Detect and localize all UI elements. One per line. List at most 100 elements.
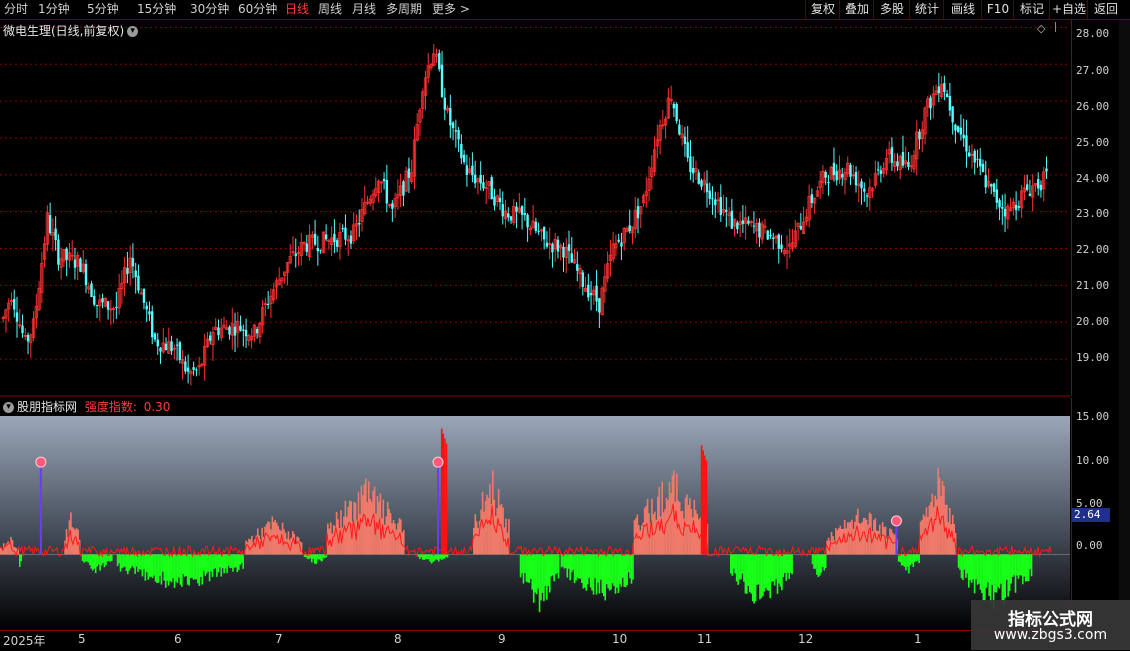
negative-bar [541, 554, 544, 593]
negative-bar [20, 554, 23, 562]
positive-bar [889, 528, 891, 555]
negative-bar [575, 554, 577, 581]
candle-body [534, 221, 538, 231]
candle-body [175, 344, 179, 346]
price-tick: 22.00 [1076, 243, 1110, 256]
negative-bar [607, 554, 609, 589]
negative-bar [610, 554, 612, 590]
candle-body [324, 234, 328, 240]
candle-body [835, 171, 838, 181]
negative-bar [913, 554, 916, 562]
negative-bar [915, 554, 918, 562]
negative-bar [747, 554, 750, 586]
negative-bar [569, 554, 571, 581]
positive-bar [362, 495, 364, 555]
chevron-down-icon[interactable]: ▾ [127, 26, 139, 37]
candle-body [26, 335, 30, 342]
negative-bar [170, 554, 173, 583]
candle-body [451, 122, 455, 129]
negative-bar [192, 554, 195, 580]
negative-bar [824, 554, 827, 568]
negative-bar [127, 554, 129, 575]
watermark-url: www.zbgs3.com [993, 627, 1108, 643]
negative-bar [1017, 554, 1020, 579]
negative-bar [970, 554, 973, 583]
positive-bar [686, 494, 688, 555]
candle-body [865, 195, 869, 197]
positive-bar [494, 515, 497, 555]
negative-bar [572, 554, 574, 570]
indicator-value: 0.30 [143, 400, 171, 414]
negative-bar [160, 554, 163, 585]
negative-bar [994, 554, 996, 593]
chart-canvas[interactable] [0, 0, 1130, 650]
positive-bar [924, 516, 926, 555]
candle-body [689, 156, 692, 173]
negative-bar [429, 554, 431, 562]
candle-body [918, 131, 921, 140]
negative-bar [227, 554, 230, 566]
candle-body [675, 103, 678, 122]
positive-bar [638, 525, 640, 555]
negative-bar [538, 554, 541, 613]
negative-bar [738, 554, 741, 580]
negative-bar [900, 554, 903, 566]
negative-bar [598, 554, 601, 594]
chevron-down-icon[interactable]: ▾ [3, 402, 14, 413]
negative-bar [604, 554, 607, 601]
negative-bar [566, 554, 569, 578]
negative-bar [195, 554, 198, 580]
candle-body [115, 306, 118, 308]
negative-bar [181, 554, 183, 587]
negative-bar [548, 554, 551, 593]
candle-body [164, 343, 168, 351]
negative-bar [105, 554, 107, 566]
candle-body [438, 53, 441, 70]
divider [1055, 22, 1056, 32]
positive-bar [402, 530, 405, 555]
candle-body [562, 246, 565, 258]
positive-bar [395, 529, 398, 555]
positive-bar [332, 524, 335, 555]
negative-bar [116, 554, 119, 567]
negative-bar [198, 554, 201, 586]
negative-bar [1027, 554, 1030, 582]
positive-bar [11, 540, 14, 555]
negative-bar [735, 554, 738, 582]
negative-bar [529, 554, 532, 579]
negative-bar [554, 554, 557, 575]
negative-bar [134, 554, 136, 574]
positive-bar [893, 534, 896, 555]
price-tick: 23.00 [1076, 207, 1110, 220]
candle-body [344, 227, 347, 240]
negative-bar [565, 554, 567, 569]
candle-body [142, 288, 146, 303]
candle-body [620, 242, 623, 247]
candle-body [465, 165, 469, 175]
negative-bar [905, 554, 907, 571]
candle-body [509, 216, 513, 221]
candle-body [13, 299, 16, 310]
negative-bar [157, 554, 160, 583]
time-tick: 12 [798, 632, 814, 646]
candle-body [1014, 204, 1018, 211]
negative-bar [973, 554, 976, 594]
candle-body [752, 225, 756, 227]
negative-bar [984, 554, 986, 602]
candle-body [294, 253, 297, 257]
positive-bar [930, 502, 932, 555]
negative-bar [144, 554, 147, 581]
negative-bar [188, 554, 190, 586]
positive-bar [273, 521, 275, 555]
diamond-icon[interactable]: ◇ [1037, 22, 1045, 35]
negative-bar [576, 554, 579, 578]
candle-body [780, 244, 783, 250]
candle-body [471, 165, 474, 176]
negative-bar [557, 554, 560, 579]
negative-bar [976, 554, 979, 585]
candle-body [443, 97, 446, 110]
negative-bar [163, 554, 166, 581]
candle-body [711, 198, 714, 200]
candle-body [959, 127, 963, 135]
negative-bar [540, 554, 542, 601]
